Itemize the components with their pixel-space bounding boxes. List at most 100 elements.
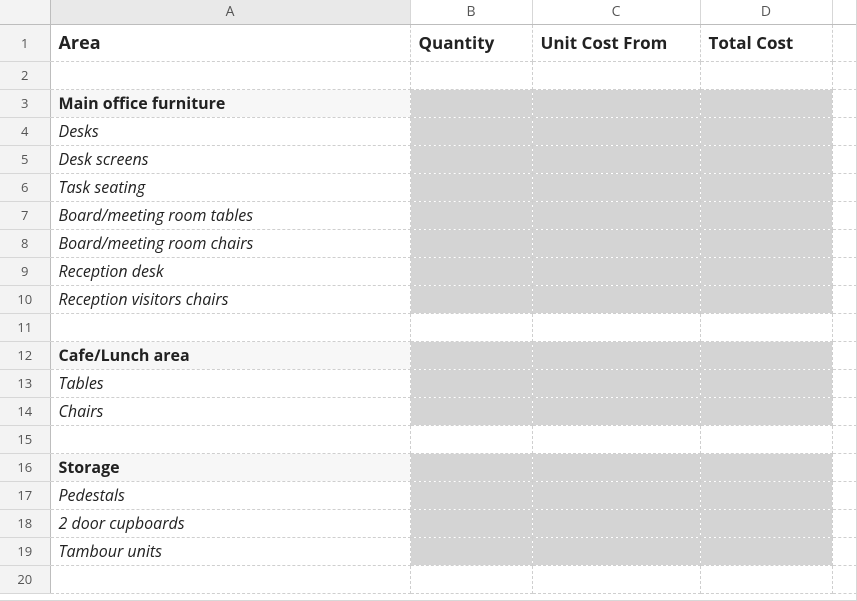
cell-A8[interactable]: Board/meeting room chairs [50,229,410,257]
row-header[interactable]: 10 [0,285,50,313]
row-header[interactable]: 4 [0,117,50,145]
cell-D1[interactable]: Total Cost [700,24,832,61]
cell-D19[interactable] [700,537,832,565]
cell-A7[interactable]: Board/meeting room tables [50,201,410,229]
row-header[interactable]: 5 [0,145,50,173]
cell-D17[interactable] [700,481,832,509]
cell-D4[interactable] [700,117,832,145]
cell-A4[interactable]: Desks [50,117,410,145]
cell-E2[interactable] [832,61,857,89]
cell-B5[interactable] [410,145,532,173]
cell-E17[interactable] [832,481,857,509]
row-header[interactable]: 15 [0,425,50,453]
cell-C17[interactable] [532,481,700,509]
cell-C16[interactable] [532,453,700,481]
cell-C8[interactable] [532,229,700,257]
row-header[interactable]: 13 [0,369,50,397]
row-header[interactable]: 19 [0,537,50,565]
cell-A11[interactable] [50,313,410,341]
spreadsheet-viewport[interactable]: A B C D 1 Area Quantity Unit Cost From T… [0,0,857,601]
cell-E11[interactable] [832,313,857,341]
cell-D15[interactable] [700,425,832,453]
cell-A12[interactable]: Cafe/Lunch area [50,341,410,369]
cell-C4[interactable] [532,117,700,145]
cell-A9[interactable]: Reception desk [50,257,410,285]
cell-D16[interactable] [700,453,832,481]
cell-C7[interactable] [532,201,700,229]
row-header[interactable]: 3 [0,89,50,117]
cell-E5[interactable] [832,145,857,173]
cell-C6[interactable] [532,173,700,201]
cell-A3[interactable]: Main office furniture [50,89,410,117]
cell-A1[interactable]: Area [50,24,410,61]
cell-A17[interactable]: Pedestals [50,481,410,509]
column-header-D[interactable]: D [700,0,832,24]
cell-B2[interactable] [410,61,532,89]
row-header[interactable]: 7 [0,201,50,229]
cell-C14[interactable] [532,397,700,425]
cell-D10[interactable] [700,285,832,313]
cell-A15[interactable] [50,425,410,453]
cell-A18[interactable]: 2 door cupboards [50,509,410,537]
row-header[interactable]: 2 [0,61,50,89]
row-header[interactable]: 6 [0,173,50,201]
row-header[interactable]: 12 [0,341,50,369]
cell-D6[interactable] [700,173,832,201]
cell-B10[interactable] [410,285,532,313]
cell-B14[interactable] [410,397,532,425]
cell-B12[interactable] [410,341,532,369]
cell-E7[interactable] [832,201,857,229]
cell-A19[interactable]: Tambour units [50,537,410,565]
row-header[interactable]: 14 [0,397,50,425]
spreadsheet-grid[interactable]: A B C D 1 Area Quantity Unit Cost From T… [0,0,857,594]
cell-B3[interactable] [410,89,532,117]
cell-D13[interactable] [700,369,832,397]
cell-C5[interactable] [532,145,700,173]
cell-D9[interactable] [700,257,832,285]
cell-D5[interactable] [700,145,832,173]
cell-B19[interactable] [410,537,532,565]
cell-D2[interactable] [700,61,832,89]
cell-B16[interactable] [410,453,532,481]
cell-C12[interactable] [532,341,700,369]
cell-D11[interactable] [700,313,832,341]
cell-C18[interactable] [532,509,700,537]
cell-E6[interactable] [832,173,857,201]
cell-D3[interactable] [700,89,832,117]
cell-C13[interactable] [532,369,700,397]
cell-C2[interactable] [532,61,700,89]
row-header[interactable]: 11 [0,313,50,341]
select-all-corner[interactable] [0,0,50,24]
cell-E13[interactable] [832,369,857,397]
cell-C15[interactable] [532,425,700,453]
cell-D14[interactable] [700,397,832,425]
cell-E3[interactable] [832,89,857,117]
cell-E1[interactable] [832,24,857,61]
cell-D7[interactable] [700,201,832,229]
cell-C20[interactable] [532,565,700,593]
cell-E4[interactable] [832,117,857,145]
cell-C10[interactable] [532,285,700,313]
cell-B8[interactable] [410,229,532,257]
cell-D12[interactable] [700,341,832,369]
cell-B1[interactable]: Quantity [410,24,532,61]
row-header[interactable]: 1 [0,24,50,61]
cell-C11[interactable] [532,313,700,341]
cell-E15[interactable] [832,425,857,453]
cell-E8[interactable] [832,229,857,257]
row-header[interactable]: 16 [0,453,50,481]
column-header-E[interactable] [832,0,857,24]
cell-B9[interactable] [410,257,532,285]
cell-E10[interactable] [832,285,857,313]
cell-A10[interactable]: Reception visitors chairs [50,285,410,313]
cell-B17[interactable] [410,481,532,509]
cell-E9[interactable] [832,257,857,285]
cell-B11[interactable] [410,313,532,341]
cell-E19[interactable] [832,537,857,565]
cell-B6[interactable] [410,173,532,201]
row-header[interactable]: 20 [0,565,50,593]
cell-D18[interactable] [700,509,832,537]
cell-A13[interactable]: Tables [50,369,410,397]
cell-C3[interactable] [532,89,700,117]
row-header[interactable]: 9 [0,257,50,285]
